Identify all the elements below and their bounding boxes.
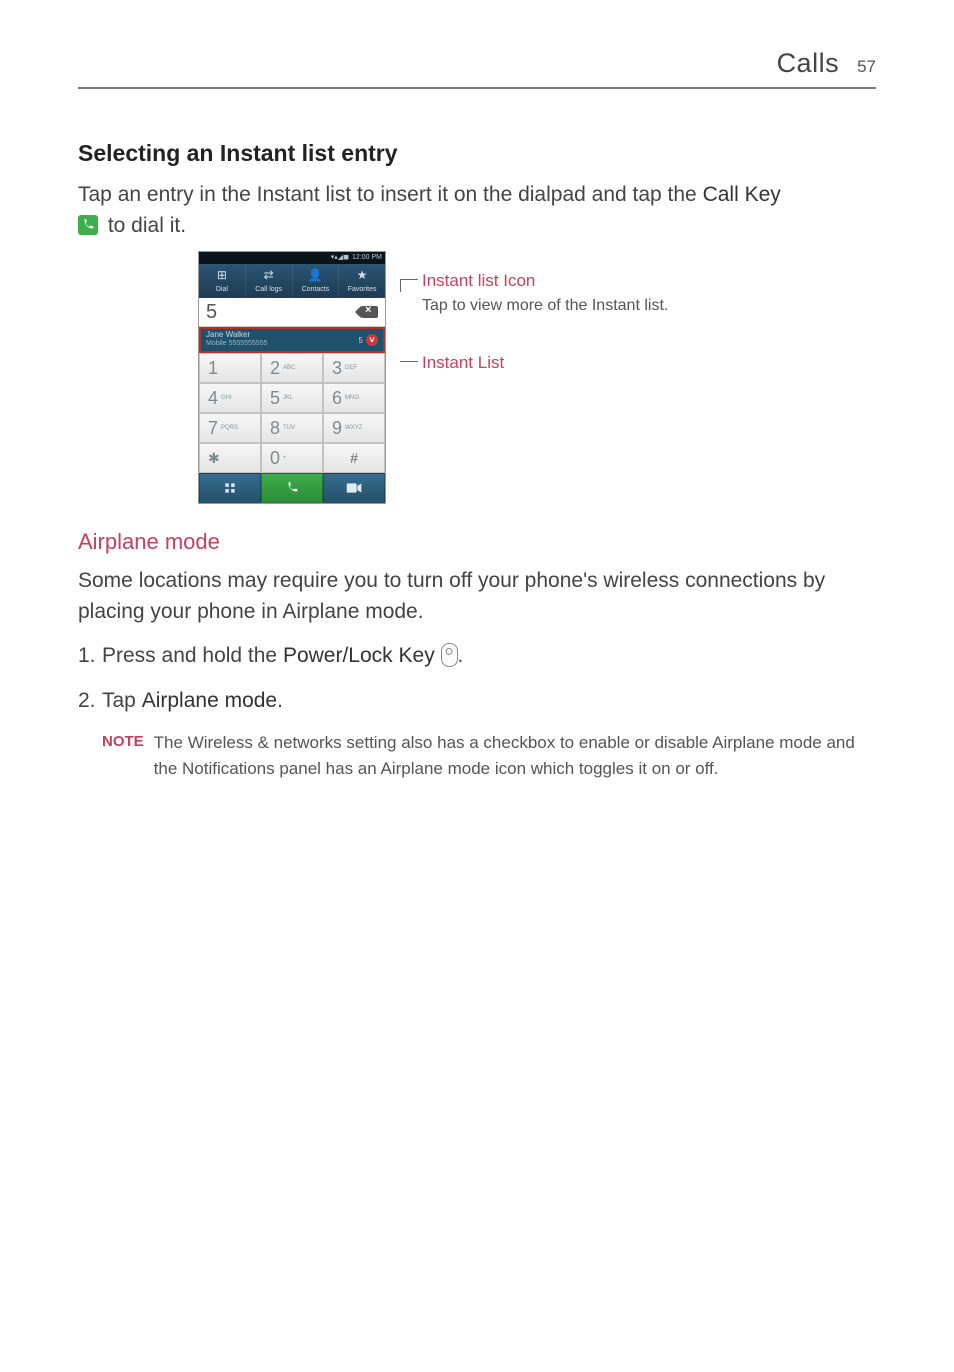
key-main: ✱ [208, 448, 220, 468]
key-9[interactable]: 9WXYZ [323, 413, 385, 443]
callout-title: Instant list Icon [422, 269, 668, 294]
tab-label: Favorites [348, 285, 377, 295]
dialer-figure: ▾▴◢◼ 12:00 PM ⊞ Dial ⇄ Call logs 👤 Conta… [198, 251, 876, 504]
statusbar-time: 12:00 PM [352, 253, 382, 263]
tab-dial[interactable]: ⊞ Dial [199, 264, 246, 298]
call-button[interactable] [261, 473, 323, 503]
key-main: 0 [270, 445, 280, 471]
key-3[interactable]: 3DEF [323, 353, 385, 383]
key-main: 3 [332, 355, 342, 381]
chevron-down-icon: ˅ [366, 334, 378, 346]
dial-icon: ⊞ [217, 267, 227, 284]
instant-count: 5 [359, 335, 363, 347]
key-4[interactable]: 4GHI [199, 383, 261, 413]
section1-paragraph: Tap an entry in the Instant list to inse… [78, 180, 876, 241]
key-1[interactable]: 1 [199, 353, 261, 383]
key-main: 8 [270, 415, 280, 441]
step-1: 1. Press and hold the Power/Lock Key . [78, 641, 876, 671]
key-sub: PQRS [221, 424, 238, 433]
key-sub: WXYZ [345, 424, 362, 433]
key-sub: + [283, 454, 287, 463]
step-number: 2. [78, 686, 96, 716]
note-label: NOTE [102, 730, 144, 781]
statusbar: ▾▴◢◼ 12:00 PM [199, 252, 385, 264]
backspace-icon[interactable] [361, 306, 378, 318]
tab-call-logs[interactable]: ⇄ Call logs [246, 264, 293, 298]
key-star[interactable]: ✱ [199, 443, 261, 473]
key-sub: JKL [283, 394, 293, 403]
key-2[interactable]: 2ABC [261, 353, 323, 383]
phone-screenshot: ▾▴◢◼ 12:00 PM ⊞ Dial ⇄ Call logs 👤 Conta… [198, 251, 386, 504]
call-key-label: Call Key [703, 183, 781, 206]
instant-list-entry[interactable]: Jane Walker Mobile 5555555555 5 ˅ [199, 327, 385, 353]
key-main: 2 [270, 355, 280, 381]
section2-paragraph: Some locations may require you to turn o… [78, 566, 876, 627]
key-sub: MNO [345, 394, 359, 403]
instant-entry-name: Jane Walker [206, 331, 268, 339]
section-title-airplane-mode: Airplane mode [78, 526, 876, 558]
key-main: # [350, 448, 358, 468]
favorites-icon: ★ [357, 267, 368, 284]
power-lock-key-label: Power/Lock Key [283, 644, 435, 667]
steps-list: 1. Press and hold the Power/Lock Key . 2… [78, 641, 876, 716]
step-2: 2. Tap Airplane mode. [78, 686, 876, 716]
figure-callouts: Instant list Icon Tap to view more of th… [400, 251, 668, 403]
instant-list-expand[interactable]: 5 ˅ [359, 334, 378, 346]
call-key-icon [78, 215, 98, 235]
key-main: 4 [208, 385, 218, 411]
step1-text-a: Press and hold the [102, 644, 283, 667]
key-main: 6 [332, 385, 342, 411]
key-main: 9 [332, 415, 342, 441]
dialer-tabs: ⊞ Dial ⇄ Call logs 👤 Contacts ★ Favorite… [199, 264, 385, 298]
header-section-title: Calls [777, 44, 840, 83]
power-lock-key-icon [441, 643, 458, 667]
key-hash[interactable]: # [323, 443, 385, 473]
tab-label: Contacts [302, 285, 330, 295]
airplane-mode-label: Airplane mode [142, 689, 277, 712]
key-8[interactable]: 8TUV [261, 413, 323, 443]
video-call-button[interactable] [323, 473, 385, 503]
key-6[interactable]: 6MNO [323, 383, 385, 413]
key-main: 5 [270, 385, 280, 411]
callout-instant-list: Instant List [400, 351, 668, 376]
contacts-icon: 👤 [308, 267, 323, 284]
step-number: 1. [78, 641, 96, 671]
note-block: NOTE The Wireless & networks setting als… [78, 730, 876, 781]
dialed-number: 5 [206, 298, 217, 327]
instant-entry-detail: Mobile 5555555555 [206, 339, 268, 349]
key-main: 1 [208, 355, 218, 381]
step2-text-b: . [277, 689, 283, 712]
section1-para-b: to dial it. [102, 214, 186, 237]
callout-leader [400, 361, 418, 362]
key-main: 7 [208, 415, 218, 441]
section-title-instant-list: Selecting an Instant list entry [78, 137, 876, 170]
key-sub: GHI [221, 394, 232, 403]
wifi-icon: ▾▴◢◼ [331, 253, 349, 263]
tab-label: Call logs [255, 285, 282, 295]
note-text: The Wireless & networks setting also has… [154, 730, 876, 781]
key-sub: DEF [345, 364, 357, 373]
dial-display: 5 [199, 298, 385, 327]
dialer-action-bar [199, 473, 385, 503]
key-sub: TUV [283, 424, 295, 433]
tab-favorites[interactable]: ★ Favorites [339, 264, 385, 298]
voicemail-button[interactable] [199, 473, 261, 503]
tab-label: Dial [216, 285, 228, 295]
key-7[interactable]: 7PQRS [199, 413, 261, 443]
keypad: 1 2ABC 3DEF 4GHI 5JKL 6MNO 7PQRS 8TUV 9W… [199, 353, 385, 473]
callout-desc: Tap to view more of the Instant list. [422, 294, 668, 317]
step1-text-b: . [458, 644, 464, 667]
tab-contacts[interactable]: 👤 Contacts [293, 264, 340, 298]
page-header: Calls 57 [78, 44, 876, 89]
call-logs-icon: ⇄ [264, 267, 274, 284]
callout-instant-list-icon: Instant list Icon Tap to view more of th… [400, 269, 668, 317]
key-5[interactable]: 5JKL [261, 383, 323, 413]
callout-title: Instant List [422, 351, 668, 376]
section1-para-a: Tap an entry in the Instant list to inse… [78, 183, 703, 206]
key-0[interactable]: 0+ [261, 443, 323, 473]
key-sub: ABC [283, 364, 295, 373]
page-number: 57 [857, 55, 876, 80]
step2-text-a: Tap [102, 689, 142, 712]
callout-leader [400, 279, 418, 280]
